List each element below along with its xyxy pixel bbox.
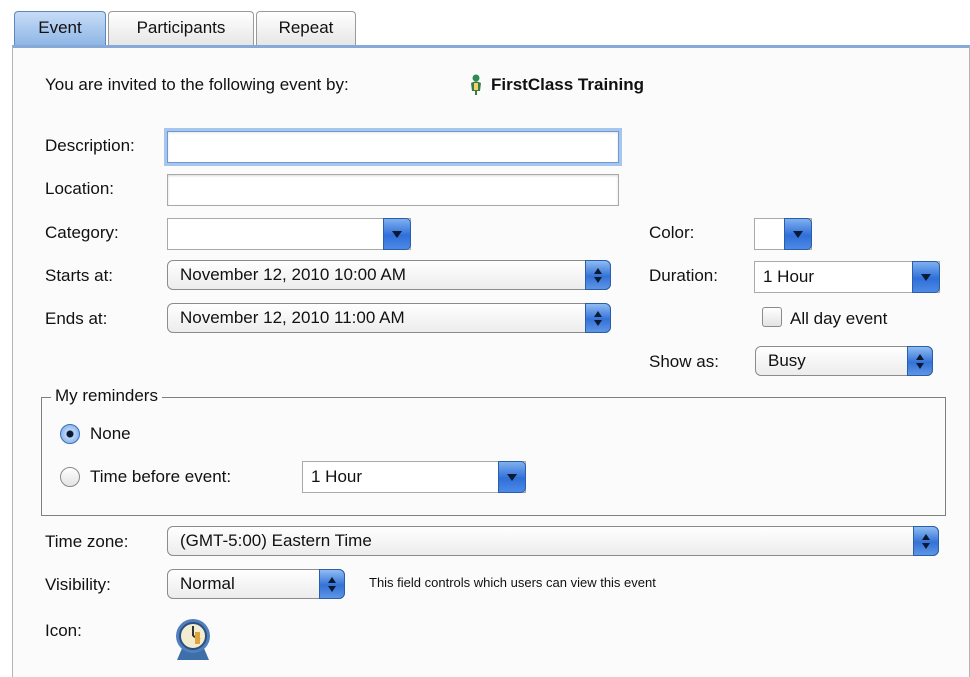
ends-at-stepper-icon <box>585 303 611 333</box>
description-label: Description: <box>45 136 135 155</box>
time-zone-label: Time zone: <box>45 532 129 551</box>
color-picker[interactable] <box>754 218 812 250</box>
organizer-name: FirstClass Training <box>491 75 645 94</box>
starts-at-select[interactable]: November 12, 2010 10:00 AM <box>167 260 611 290</box>
color-label: Color: <box>649 223 695 242</box>
tab-participants[interactable]: Participants <box>108 11 254 45</box>
ends-at-select[interactable]: November 12, 2010 11:00 AM <box>167 303 611 333</box>
show-as-value: Busy <box>768 351 806 370</box>
location-field[interactable] <box>167 174 619 206</box>
reminder-time-radio[interactable] <box>60 467 80 487</box>
color-dropdown-button[interactable] <box>784 218 812 250</box>
reminder-time-label: Time before event: <box>90 467 232 486</box>
show-as-select[interactable]: Busy <box>755 346 933 376</box>
tab-event-label: Event <box>38 18 82 37</box>
starts-at-value: November 12, 2010 10:00 AM <box>180 265 406 284</box>
ends-at-label: Ends at: <box>45 309 108 328</box>
category-label: Category: <box>45 223 119 242</box>
reminder-none-radio[interactable] <box>60 424 80 444</box>
reminder-none-label: None <box>90 424 131 443</box>
reminder-time-value: 1 Hour <box>311 467 363 486</box>
reminders-group <box>41 397 946 516</box>
event-panel: You are invited to the following event b… <box>12 45 970 677</box>
chevron-down-icon <box>507 474 517 481</box>
tab-repeat-label: Repeat <box>278 18 334 37</box>
chevron-down-icon <box>793 231 803 238</box>
duration-combo[interactable]: 1 Hour <box>754 261 940 293</box>
visibility-label: Visibility: <box>45 575 111 594</box>
starts-at-label: Starts at: <box>45 266 114 285</box>
visibility-stepper-icon <box>319 569 345 599</box>
reminder-time-dropdown-button[interactable] <box>498 461 526 493</box>
tab-participants-label: Participants <box>136 18 226 37</box>
reminders-title: My reminders <box>51 386 162 406</box>
starts-at-stepper-icon <box>585 260 611 290</box>
ends-at-value: November 12, 2010 11:00 AM <box>180 308 405 327</box>
reminder-time-combo[interactable]: 1 Hour <box>302 461 526 493</box>
tab-repeat[interactable]: Repeat <box>256 11 356 45</box>
visibility-note: This field controls which users can view… <box>369 575 656 590</box>
clock-icon[interactable] <box>171 616 215 662</box>
visibility-value: Normal <box>180 574 235 593</box>
duration-value: 1 Hour <box>763 267 815 286</box>
tab-event[interactable]: Event <box>14 11 106 45</box>
show-as-label: Show as: <box>649 352 719 371</box>
time-zone-select[interactable]: (GMT-5:00) Eastern Time <box>167 526 939 556</box>
invite-text: You are invited to the following event b… <box>45 75 349 94</box>
icon-label: Icon: <box>45 621 82 640</box>
chevron-down-icon <box>392 231 402 238</box>
show-as-stepper-icon <box>907 346 933 376</box>
time-zone-value: (GMT-5:00) Eastern Time <box>180 531 372 550</box>
user-icon <box>469 74 483 96</box>
all-day-checkbox[interactable] <box>762 307 782 327</box>
time-zone-stepper-icon <box>913 526 939 556</box>
visibility-select[interactable]: Normal <box>167 569 345 599</box>
category-dropdown-button[interactable] <box>383 218 411 250</box>
location-label: Location: <box>45 179 114 198</box>
description-field[interactable] <box>167 131 619 163</box>
duration-label: Duration: <box>649 266 718 285</box>
all-day-label: All day event <box>790 309 888 328</box>
category-combo[interactable] <box>167 218 411 250</box>
duration-dropdown-button[interactable] <box>912 261 940 293</box>
chevron-down-icon <box>921 274 931 281</box>
